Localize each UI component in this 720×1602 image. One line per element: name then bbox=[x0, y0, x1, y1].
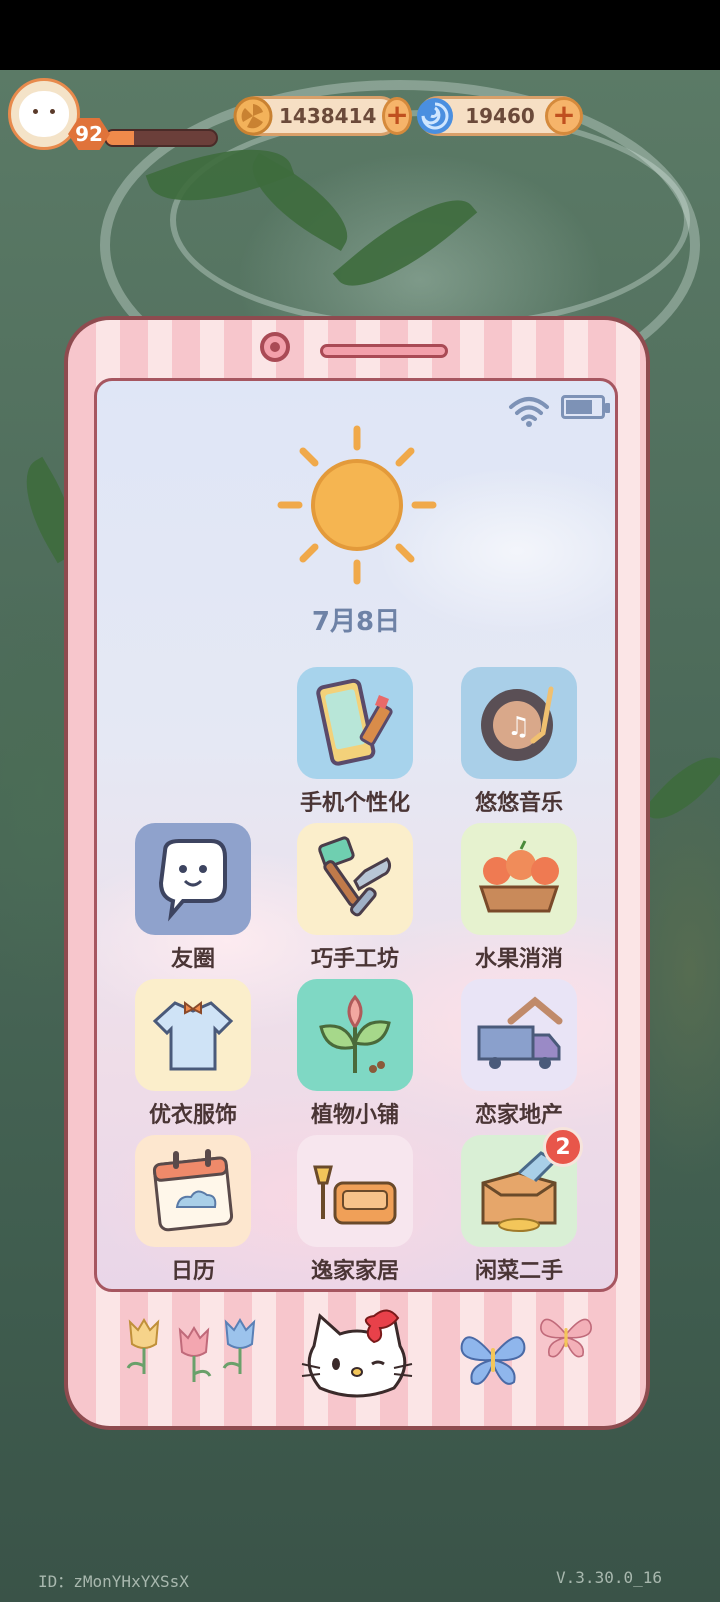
app-label: 植物小铺 bbox=[310, 1103, 399, 1128]
player-id: ID：zMonYHxYXSsX bbox=[38, 1572, 189, 1591]
phone-paint-icon bbox=[297, 667, 413, 779]
pink-butterfly-icon bbox=[540, 1318, 592, 1358]
app-real-estate[interactable]: 恋家地产 bbox=[449, 979, 589, 1129]
hello-kitty-icon[interactable] bbox=[294, 1306, 420, 1406]
player-avatar[interactable] bbox=[8, 78, 80, 150]
moving-truck-icon bbox=[461, 979, 577, 1091]
app-label: 巧手工坊 bbox=[310, 947, 399, 972]
app-version: V.3.30.0_16 bbox=[556, 1568, 662, 1587]
blue-tulip-icon bbox=[222, 1318, 256, 1374]
app-label: 日历 bbox=[170, 1259, 215, 1284]
tools-icon bbox=[297, 823, 413, 935]
xp-progress-bar bbox=[104, 129, 218, 147]
fan-coin-icon bbox=[233, 96, 273, 136]
app-workshop[interactable]: 巧手工坊 bbox=[285, 823, 425, 973]
app-home-furniture[interactable]: 逸家家居 bbox=[285, 1135, 425, 1285]
battery-icon bbox=[561, 395, 610, 419]
blue-butterfly-icon bbox=[460, 1336, 526, 1385]
app-label: 闲菜二手 bbox=[474, 1259, 563, 1284]
app-moments[interactable]: 友圈 bbox=[123, 823, 263, 973]
phone-screen: 7月8日 手机个性化 ♫ 悠悠音乐 友圈 巧手工坊 水果消消 优衣服饰 植物小铺… bbox=[94, 378, 618, 1292]
app-calendar[interactable]: 日历 bbox=[123, 1135, 263, 1285]
app-label: 逸家家居 bbox=[310, 1259, 399, 1284]
coin-amount: 1438414 bbox=[279, 104, 377, 128]
chat-bubble-icon bbox=[135, 823, 251, 935]
app-music[interactable]: ♫ 悠悠音乐 bbox=[449, 667, 589, 817]
avatar-face-icon bbox=[19, 91, 69, 137]
sun-icon bbox=[277, 425, 437, 585]
phone-speaker bbox=[320, 344, 448, 358]
notification-badge: 2 bbox=[543, 1127, 583, 1167]
sofa-lamp-icon bbox=[297, 1135, 413, 1247]
svg-text:♫: ♫ bbox=[507, 712, 530, 742]
app-label: 优衣服饰 bbox=[148, 1103, 237, 1128]
sprout-icon bbox=[297, 979, 413, 1091]
yellow-tulip-icon bbox=[126, 1318, 160, 1374]
phone-footer-decor bbox=[68, 1300, 646, 1426]
gem-counter: 19460 + bbox=[415, 96, 583, 136]
app-clothing[interactable]: 优衣服饰 bbox=[123, 979, 263, 1129]
wifi-icon bbox=[509, 397, 549, 427]
app-plant-shop[interactable]: 植物小铺 bbox=[285, 979, 425, 1129]
app-second-hand[interactable]: 2 闲菜二手 bbox=[449, 1127, 589, 1285]
app-label: 友圈 bbox=[170, 947, 215, 972]
shirt-icon bbox=[135, 979, 251, 1091]
fruit-basket-icon bbox=[461, 823, 577, 935]
gem-amount: 19460 bbox=[465, 104, 535, 128]
phone-date: 7月8日 bbox=[311, 607, 401, 637]
in-game-phone: 7月8日 手机个性化 ♫ 悠悠音乐 友圈 巧手工坊 水果消消 优衣服饰 植物小铺… bbox=[64, 316, 650, 1430]
add-gems-button[interactable]: + bbox=[545, 97, 583, 135]
app-label: 手机个性化 bbox=[299, 791, 410, 816]
add-coins-button[interactable]: + bbox=[382, 97, 412, 135]
app-label: 悠悠音乐 bbox=[474, 791, 563, 816]
app-phone-customize[interactable]: 手机个性化 bbox=[285, 667, 425, 817]
pink-tulip-icon bbox=[178, 1326, 212, 1382]
coin-counter: 1438414 + bbox=[233, 96, 412, 136]
plant-leaf bbox=[642, 741, 720, 835]
app-label: 恋家地产 bbox=[474, 1103, 563, 1128]
record-player-icon: ♫ bbox=[461, 667, 577, 779]
swirl-gem-icon bbox=[415, 96, 455, 136]
system-status-bar bbox=[0, 0, 720, 70]
xp-progress-fill bbox=[106, 131, 134, 145]
calendar-icon bbox=[135, 1135, 251, 1247]
box-tag-icon: 2 bbox=[461, 1127, 583, 1247]
battery-level bbox=[566, 400, 593, 414]
app-fruit-match[interactable]: 水果消消 bbox=[449, 823, 589, 973]
phone-camera-icon bbox=[260, 332, 290, 362]
app-label: 水果消消 bbox=[474, 947, 563, 972]
